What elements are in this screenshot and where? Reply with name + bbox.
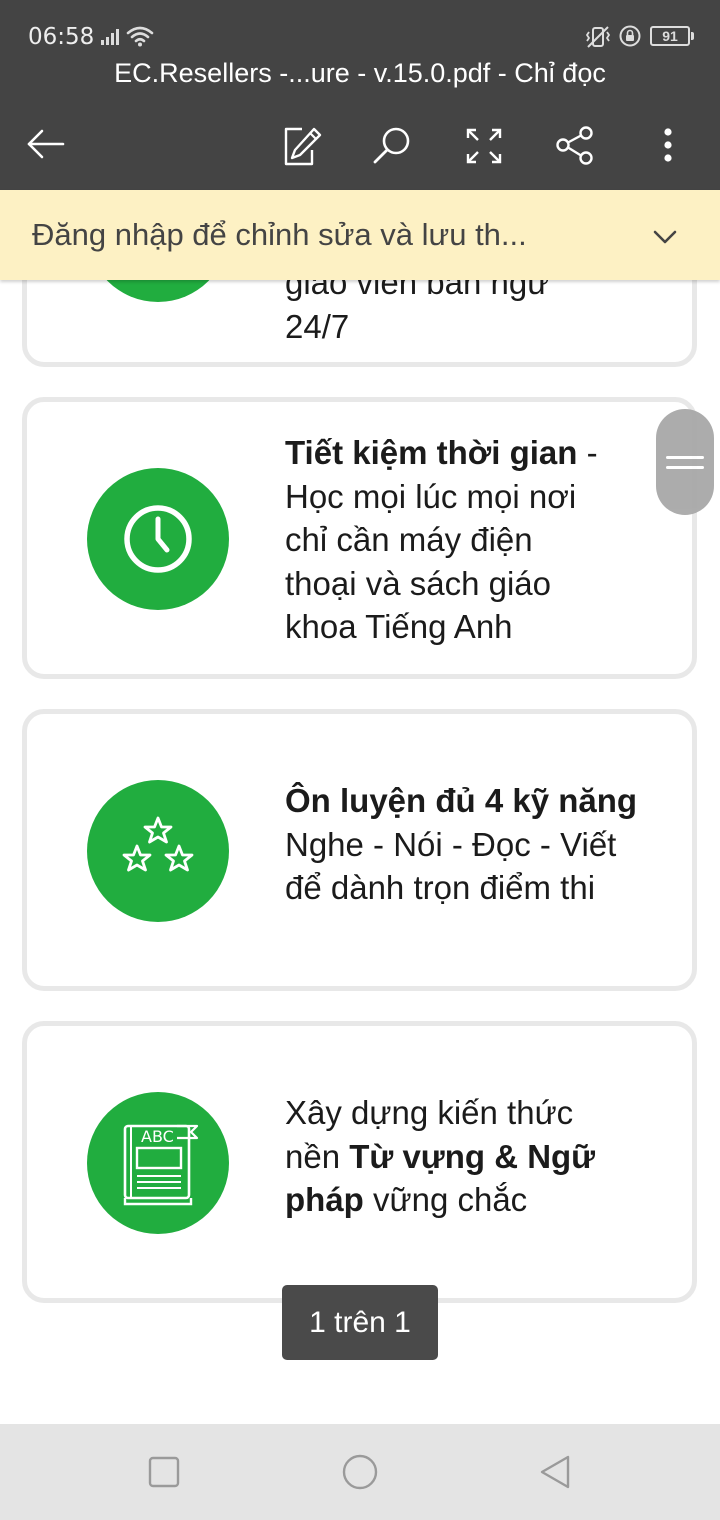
feature-text-partial-line: giáo viên bản ngữ (285, 280, 550, 301)
feature-card-skills: Ôn luyện đủ 4 kỹ năng Nghe - Nói - Đọc -… (22, 709, 697, 991)
sign-in-banner[interactable]: Đăng nhập để chỉnh sửa và lưu th... (0, 190, 720, 280)
feature-card-teacher: giáo viên bản ngữ 24/7 (22, 280, 697, 367)
feature-text-line: Nghe - Nói - Đọc - Viết (285, 825, 617, 863)
more-vert-icon[interactable] (646, 124, 690, 168)
document-title: EC.Resellers -...ure - v.15.0.pdf - Chỉ … (114, 58, 606, 88)
battery-indicator: 91 (650, 26, 694, 46)
feature-text-suffix: vững chắc (363, 1181, 528, 1218)
app-toolbar: 06:58 91 EC.Resellers -...ure - v.15.0.p… (0, 0, 720, 190)
stars-icon (122, 816, 194, 872)
share-icon[interactable] (553, 124, 597, 168)
signal-icon (101, 29, 119, 45)
feature-card-time: Tiết kiệm thời gian - Học mọi lúc mọi nơ… (22, 397, 697, 679)
vibrate-icon (585, 26, 611, 48)
recent-apps-icon[interactable] (142, 1450, 186, 1494)
feature-text-line: 24/7 (285, 307, 350, 345)
feature-title-suffix: - (577, 434, 598, 471)
feature-text-line: thoại và sách giáo (285, 564, 552, 602)
feature-text: giáo viên bản ngữ 24/7 (285, 280, 549, 348)
chevron-down-icon[interactable] (650, 222, 680, 252)
status-bar: 06:58 91 (0, 0, 720, 60)
feature-icon-circle: ABC (87, 1092, 229, 1234)
fullscreen-icon[interactable] (462, 124, 506, 168)
fast-scroll-handle[interactable] (656, 409, 714, 515)
feature-text-line: chỉ cần máy điện (285, 521, 533, 558)
system-nav-bar (0, 1424, 720, 1520)
rotation-lock-icon (619, 25, 641, 47)
abc-book-icon: ABC (123, 1124, 199, 1206)
feature-title: Tiết kiệm thời gian (285, 434, 578, 471)
feature-text-line: Xây dựng kiến thức (285, 1094, 574, 1131)
back-arrow-icon[interactable] (24, 124, 68, 168)
feature-title: Ôn luyện đủ 4 kỹ năng (285, 782, 638, 819)
feature-icon-circle (87, 280, 229, 302)
feature-card-vocab: ABC Xây dựng kiến thức nền Từ vựng & Ngữ… (22, 1021, 697, 1303)
feature-icon-circle (87, 468, 229, 610)
feature-icon-circle (87, 780, 229, 922)
feature-text: Ôn luyện đủ 4 kỹ năng Nghe - Nói - Đọc -… (285, 779, 637, 910)
edit-icon[interactable] (280, 124, 324, 168)
book-label: ABC (141, 1127, 174, 1146)
pdf-page[interactable]: giáo viên bản ngữ 24/7 Tiết kiệm thời gi… (0, 280, 720, 1424)
back-triangle-icon[interactable] (534, 1450, 578, 1494)
feature-text-line: để dành trọn điểm thi (285, 869, 596, 906)
feature-text-line: Học mọi lúc mọi nơi (285, 477, 577, 515)
clock-icon (124, 505, 192, 573)
feature-text-bold: pháp (285, 1181, 364, 1218)
status-time: 06:58 (28, 24, 95, 50)
feature-text: Xây dựng kiến thức nền Từ vựng & Ngữ phá… (285, 1091, 595, 1222)
feature-text-line: khoa Tiếng Anh (285, 608, 513, 645)
feature-text-prefix: nền (285, 1137, 350, 1175)
wifi-icon (126, 26, 154, 47)
feature-text-bold: Từ vựng & Ngữ (349, 1137, 596, 1175)
search-icon[interactable] (370, 124, 414, 168)
feature-text: Tiết kiệm thời gian - Học mọi lúc mọi nơ… (285, 431, 598, 649)
home-icon[interactable] (338, 1450, 382, 1494)
page-indicator: 1 trên 1 (282, 1285, 438, 1360)
banner-text: Đăng nhập để chỉnh sửa và lưu th... (32, 217, 527, 252)
